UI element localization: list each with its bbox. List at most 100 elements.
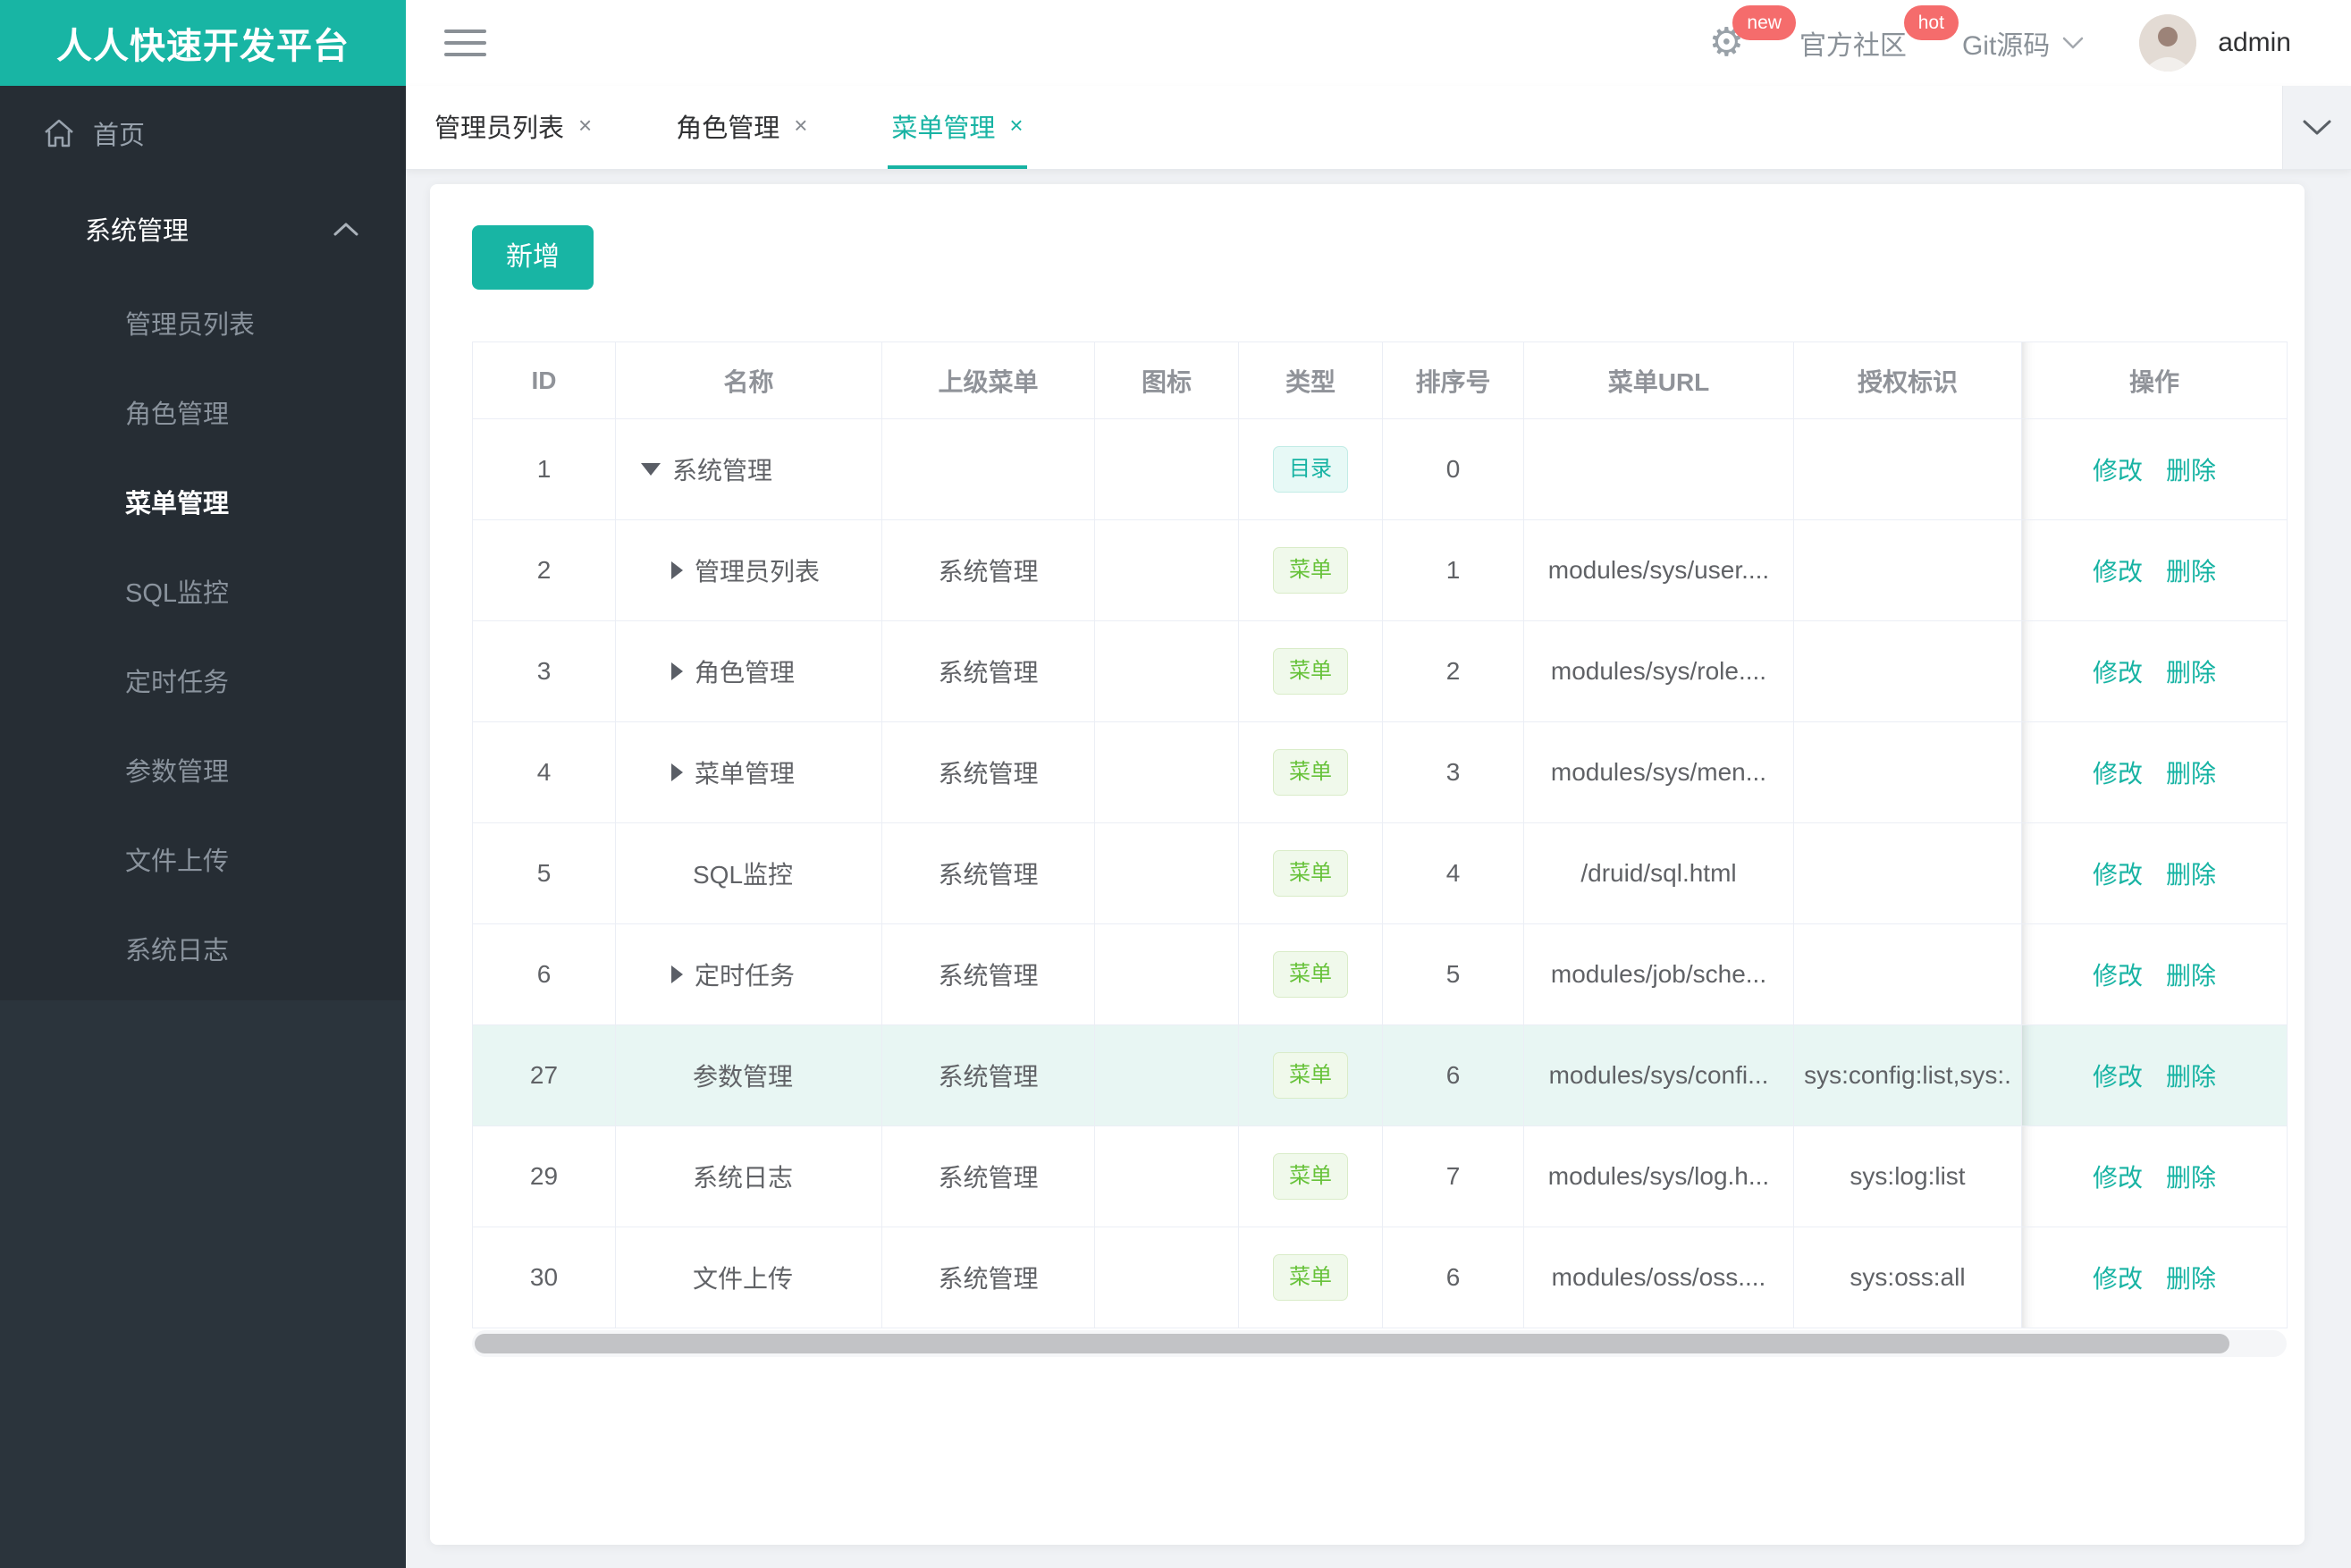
scrollbar-thumb[interactable] <box>475 1334 2230 1353</box>
cell-name: 管理员列表 <box>615 519 882 621</box>
sidebar-submenu-item[interactable]: 角色管理 <box>0 367 406 457</box>
cell-auth <box>1793 822 2022 924</box>
cell-type: 菜单 <box>1238 721 1383 823</box>
close-icon[interactable]: × <box>794 112 807 139</box>
git-source-dropdown[interactable]: Git源码 <box>1962 23 2084 63</box>
cell-actions: 修改 删除 <box>2021 1125 2288 1227</box>
topbar-right: ⚙ new 官方社区 hot Git源码 admin <box>1708 5 2291 72</box>
cell-name: 角色管理 <box>615 620 882 722</box>
tab-admin-list[interactable]: 管理员列表 × <box>431 86 595 169</box>
tree-arrow-icon[interactable] <box>671 561 683 579</box>
cell-auth <box>1793 923 2022 1025</box>
edit-link[interactable]: 修改 <box>2093 1265 2143 1293</box>
cell-icon <box>1094 519 1239 621</box>
cell-icon <box>1094 721 1239 823</box>
community-link[interactable]: 官方社区 hot <box>1799 5 1959 63</box>
tree-arrow-icon[interactable] <box>671 763 683 781</box>
sidebar-item-home[interactable]: 首页 <box>0 86 406 180</box>
cell-url <box>1523 418 1794 520</box>
sidebar-group-label: 系统管理 <box>85 217 190 246</box>
menu-name: 系统日志 <box>693 1164 794 1192</box>
delete-link[interactable]: 删除 <box>2166 457 2216 485</box>
tab-menu-management[interactable]: 菜单管理 × <box>888 86 1027 169</box>
edit-link[interactable]: 修改 <box>2093 962 2143 990</box>
table-header-row: ID 名称 上级菜单 图标 类型 排序号 菜单URL 授权标识 操作 <box>472 341 2288 419</box>
cell-sort: 6 <box>1382 1227 1524 1328</box>
cell-name: 系统管理 <box>615 418 882 520</box>
cell-parent: 系统管理 <box>881 1227 1095 1328</box>
edit-link[interactable]: 修改 <box>2093 861 2143 889</box>
add-button[interactable]: 新增 <box>472 225 594 290</box>
sidebar-submenu-item[interactable]: 定时任务 <box>0 636 406 725</box>
cell-id: 1 <box>472 418 616 520</box>
delete-link[interactable]: 删除 <box>2166 861 2216 889</box>
tab-label: 管理员列表 <box>434 114 565 143</box>
horizontal-scrollbar <box>472 1330 2287 1357</box>
cell-auth: sys:oss:all <box>1793 1227 2022 1328</box>
cell-name: SQL监控 <box>615 822 882 924</box>
tabbar: 管理员列表 × 角色管理 × 菜单管理 × <box>406 86 2351 170</box>
table-row: 29 系统日志 系统管理 菜单 7 modules/sys/log.h... s… <box>472 1125 2288 1227</box>
tree-arrow-icon[interactable] <box>671 965 683 983</box>
sidebar-home-label: 首页 <box>93 121 146 150</box>
edit-link[interactable]: 修改 <box>2093 558 2143 586</box>
git-source-label: Git源码 <box>1961 31 2051 61</box>
type-badge: 菜单 <box>1273 1254 1348 1301</box>
cell-name: 菜单管理 <box>615 721 882 823</box>
tree-arrow-icon[interactable] <box>671 662 683 680</box>
cell-parent: 系统管理 <box>881 721 1095 823</box>
content-card: 新增 ID 名称 上级菜单 图标 类型 排序号 菜单URL 授权标识 操作 1 … <box>430 184 2305 1545</box>
sidebar-submenu-item[interactable]: 文件上传 <box>0 814 406 904</box>
delete-link[interactable]: 删除 <box>2166 558 2216 586</box>
cell-sort: 6 <box>1382 1024 1524 1126</box>
sidebar: 人人快速开发平台 首页 系统管理 管理员列表 角色管理 菜单管理 SQL监控 定… <box>0 0 406 1568</box>
chevron-down-icon <box>2302 119 2332 137</box>
cell-parent: 系统管理 <box>881 519 1095 621</box>
settings-button[interactable]: ⚙ new <box>1708 5 1796 63</box>
sidebar-group-system[interactable]: 系统管理 <box>0 180 406 278</box>
close-icon[interactable]: × <box>1009 112 1023 139</box>
tabs-collapse-button[interactable] <box>2282 86 2351 169</box>
table-row: 6 定时任务 系统管理 菜单 5 modules/job/sche... 修改删… <box>472 923 2288 1025</box>
cell-name: 文件上传 <box>615 1227 882 1328</box>
col-id: ID <box>472 341 616 419</box>
sidebar-toggle-icon[interactable] <box>444 21 486 64</box>
menu-name: 菜单管理 <box>695 760 796 788</box>
cell-icon <box>1094 1227 1239 1328</box>
delete-link[interactable]: 删除 <box>2166 1265 2216 1293</box>
tab-role-management[interactable]: 角色管理 × <box>672 86 811 169</box>
cell-id: 4 <box>472 721 616 823</box>
menu-name: 角色管理 <box>695 659 796 687</box>
close-icon[interactable]: × <box>578 112 592 139</box>
topbar: ⚙ new 官方社区 hot Git源码 admin <box>406 0 2351 86</box>
cell-actions: 修改 删除 <box>2021 620 2288 722</box>
cell-sort: 3 <box>1382 721 1524 823</box>
cell-type: 菜单 <box>1238 519 1383 621</box>
edit-link[interactable]: 修改 <box>2093 659 2143 687</box>
delete-link[interactable]: 删除 <box>2166 962 2216 990</box>
delete-link[interactable]: 删除 <box>2166 659 2216 687</box>
sidebar-submenu-item[interactable]: 菜单管理 <box>0 457 406 546</box>
edit-link[interactable]: 修改 <box>2093 760 2143 788</box>
table-row: 4 菜单管理 系统管理 菜单 3 modules/sys/men... 修改 删除 <box>472 721 2288 823</box>
edit-link[interactable]: 修改 <box>2093 1164 2143 1192</box>
home-icon <box>43 118 75 148</box>
cell-url: modules/sys/log.h... <box>1523 1125 1794 1227</box>
delete-link[interactable]: 删除 <box>2166 1063 2216 1091</box>
cell-name: 参数管理 <box>615 1024 882 1126</box>
main-content: 新增 ID 名称 上级菜单 图标 类型 排序号 菜单URL 授权标识 操作 1 … <box>406 170 2351 1568</box>
sidebar-submenu-item[interactable]: SQL监控 <box>0 546 406 636</box>
user-menu[interactable]: admin <box>2139 14 2291 72</box>
sidebar-submenu-item[interactable]: 参数管理 <box>0 725 406 814</box>
sidebar-submenu-item[interactable]: 系统日志 <box>0 904 406 993</box>
edit-link[interactable]: 修改 <box>2093 457 2143 485</box>
sidebar-submenu-item[interactable]: 管理员列表 <box>0 278 406 367</box>
cell-icon <box>1094 620 1239 722</box>
delete-link[interactable]: 删除 <box>2166 1164 2216 1192</box>
tree-arrow-icon[interactable] <box>641 463 661 476</box>
cell-parent: 系统管理 <box>881 1024 1095 1126</box>
delete-link[interactable]: 删除 <box>2166 760 2216 788</box>
cell-id: 5 <box>472 822 616 924</box>
edit-link[interactable]: 修改 <box>2093 1063 2143 1091</box>
col-parent: 上级菜单 <box>881 341 1095 419</box>
